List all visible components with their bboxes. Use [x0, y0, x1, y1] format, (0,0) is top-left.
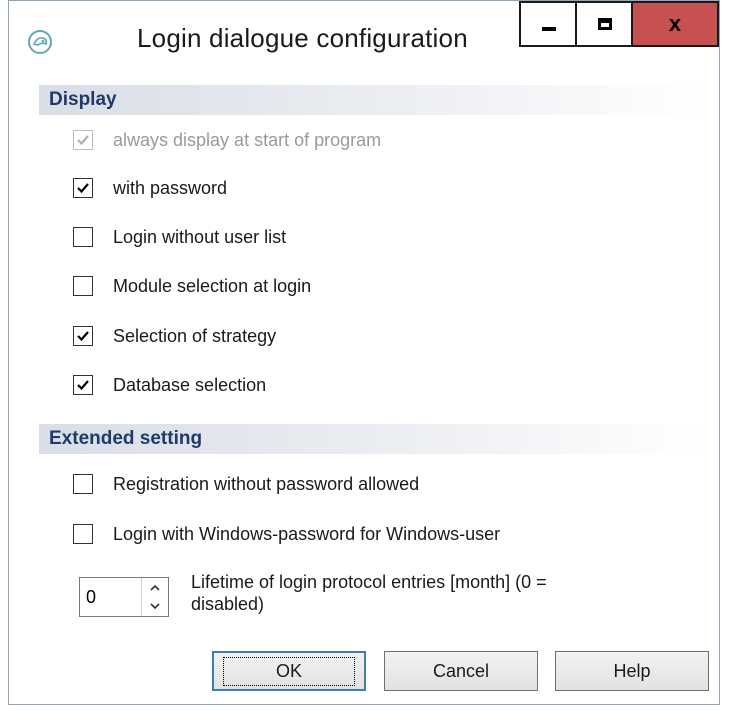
checkbox-always-display[interactable]: always display at start of program [73, 127, 381, 153]
checkbox-windows-password-login[interactable]: Login with Windows-password for Windows-… [73, 521, 500, 547]
extended-section-title: Extended setting [49, 428, 203, 449]
checkbox-selection-of-strategy[interactable]: Selection of strategy [73, 323, 276, 349]
checkbox-database-selection[interactable]: Database selection [73, 372, 266, 398]
checkmark-icon [77, 331, 89, 342]
checkbox-label: Database selection [113, 374, 267, 395]
checkbox-login-without-user-list[interactable]: Login without user list [73, 224, 286, 250]
checkbox[interactable] [73, 227, 93, 247]
lifetime-spinner[interactable]: 0 [79, 577, 169, 617]
ok-button-label: OK [222, 656, 355, 686]
checkbox-label: Login with Windows-password for Windows-… [113, 523, 501, 544]
window-title: Login dialogue configuration [137, 23, 468, 53]
display-section-header: Display [39, 85, 704, 115]
extended-section-header: Extended setting [39, 424, 704, 454]
checkbox-with-password[interactable]: with password [73, 175, 227, 201]
checkbox[interactable] [73, 524, 93, 544]
checkbox-module-selection[interactable]: Module selection at login [73, 273, 311, 299]
cancel-button[interactable]: Cancel [384, 651, 538, 691]
maximize-icon [598, 18, 612, 30]
login-config-dialog: Login dialogue configuration x Display a… [8, 0, 720, 705]
minimize-button[interactable] [519, 1, 577, 47]
checkbox-label: Module selection at login [113, 275, 312, 296]
checkbox[interactable] [73, 474, 93, 494]
maximize-button[interactable] [575, 1, 633, 47]
chevron-up-icon [150, 584, 160, 591]
lifetime-value[interactable]: 0 [86, 587, 96, 608]
dialog-body: Display always display at start of progr… [9, 81, 719, 705]
checkbox[interactable] [73, 375, 93, 395]
lifetime-label: Lifetime of login protocol entries [mont… [191, 572, 547, 614]
checkmark-icon [77, 183, 89, 194]
checkbox[interactable] [73, 178, 93, 198]
spinner-up-button[interactable] [144, 579, 166, 596]
checkmark-icon [77, 380, 89, 391]
checkmark-icon [77, 135, 89, 146]
close-button[interactable]: x [631, 1, 719, 47]
minimize-icon [542, 27, 556, 31]
spinner-buttons [141, 578, 168, 616]
checkbox-registration-without-password[interactable]: Registration without password allowed [73, 471, 419, 497]
ok-button[interactable]: OK [212, 651, 366, 691]
close-icon: x [668, 11, 682, 36]
spinner-down-button[interactable] [144, 597, 166, 614]
checkbox-label: Login without user list [113, 226, 287, 247]
checkbox[interactable] [73, 130, 93, 150]
chevron-down-icon [150, 602, 160, 609]
checkbox[interactable] [73, 276, 93, 296]
checkbox-label: always display at start of program [113, 129, 382, 150]
checkbox-label: Registration without password allowed [113, 473, 420, 494]
app-logo-icon [28, 30, 52, 54]
display-section-title: Display [49, 89, 117, 110]
checkbox-label: Selection of strategy [113, 325, 277, 346]
help-button[interactable]: Help [555, 651, 709, 691]
title-bar[interactable]: Login dialogue configuration x [9, 1, 719, 81]
checkbox-label: with password [113, 177, 228, 198]
checkbox[interactable] [73, 326, 93, 346]
